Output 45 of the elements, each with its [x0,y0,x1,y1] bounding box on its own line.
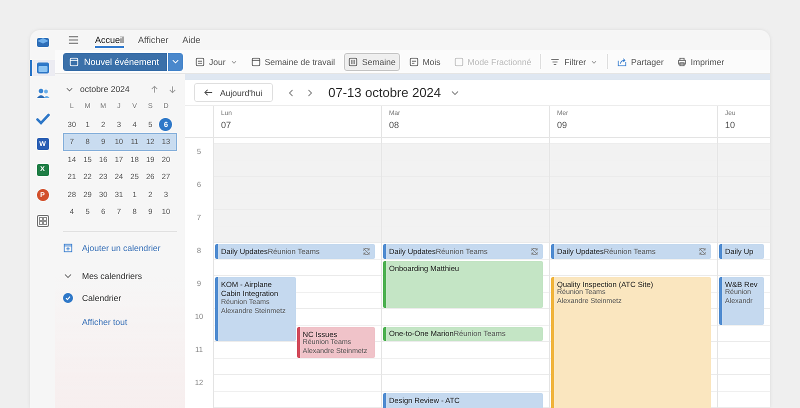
show-all-link[interactable]: Afficher tout [82,316,128,326]
workweek-icon [250,56,261,66]
arrow-down-icon[interactable] [168,84,177,94]
toolbar-button[interactable]: Partager [613,52,668,70]
day-number: 07 [221,120,232,130]
day-number: 09 [557,120,568,130]
calendar-icon[interactable] [36,60,50,74]
day-number: 08 [389,120,400,130]
filter-icon [550,56,560,66]
toolbar-button[interactable]: Imprimer [672,52,728,70]
month-title: octobre 2024 [80,84,130,94]
today-button[interactable]: Aujourd'hui [194,83,274,102]
view-button[interactable]: Mois [404,52,445,70]
arrow-left-icon [203,87,214,98]
new-event-button[interactable]: Nouvel événement [63,52,168,70]
calendar-icon [69,56,79,66]
toolbar-button[interactable]: Filtrer [546,52,602,70]
day-number: 10 [725,120,736,130]
tab[interactable]: Afficher [138,32,168,48]
people-icon[interactable] [36,86,50,100]
view-button[interactable]: Jour [191,52,242,70]
view-button[interactable]: Semaine [344,52,400,70]
split-view-icon [454,56,464,66]
share-icon [617,56,628,66]
group-label: Mes calendriers [82,270,142,280]
mail-icon[interactable] [36,35,50,49]
apps-icon[interactable] [36,214,50,228]
dropdown-button[interactable] [168,52,184,70]
calendar-label[interactable]: Calendrier [82,292,122,302]
view-button[interactable]: Semaine de travail [246,52,339,70]
printer-icon [676,56,687,66]
date-range-title[interactable]: 07-13 octobre 2024 [328,85,442,100]
arrow-up-icon[interactable] [150,84,159,94]
day-view-icon [195,56,206,66]
chevron-down-icon [171,57,180,66]
week-icon [348,56,358,66]
add-calendar-link[interactable]: Ajouter un calendrier [82,242,160,252]
month-icon [408,56,419,66]
checkmark-icon[interactable] [36,112,50,126]
checkbox[interactable] [63,292,73,302]
tab[interactable]: Accueil [95,32,124,48]
menu-icon[interactable] [68,35,79,45]
app-rail-button[interactable] [30,60,55,76]
tab[interactable]: Aide [182,32,200,48]
calendar-add-icon [63,242,73,252]
